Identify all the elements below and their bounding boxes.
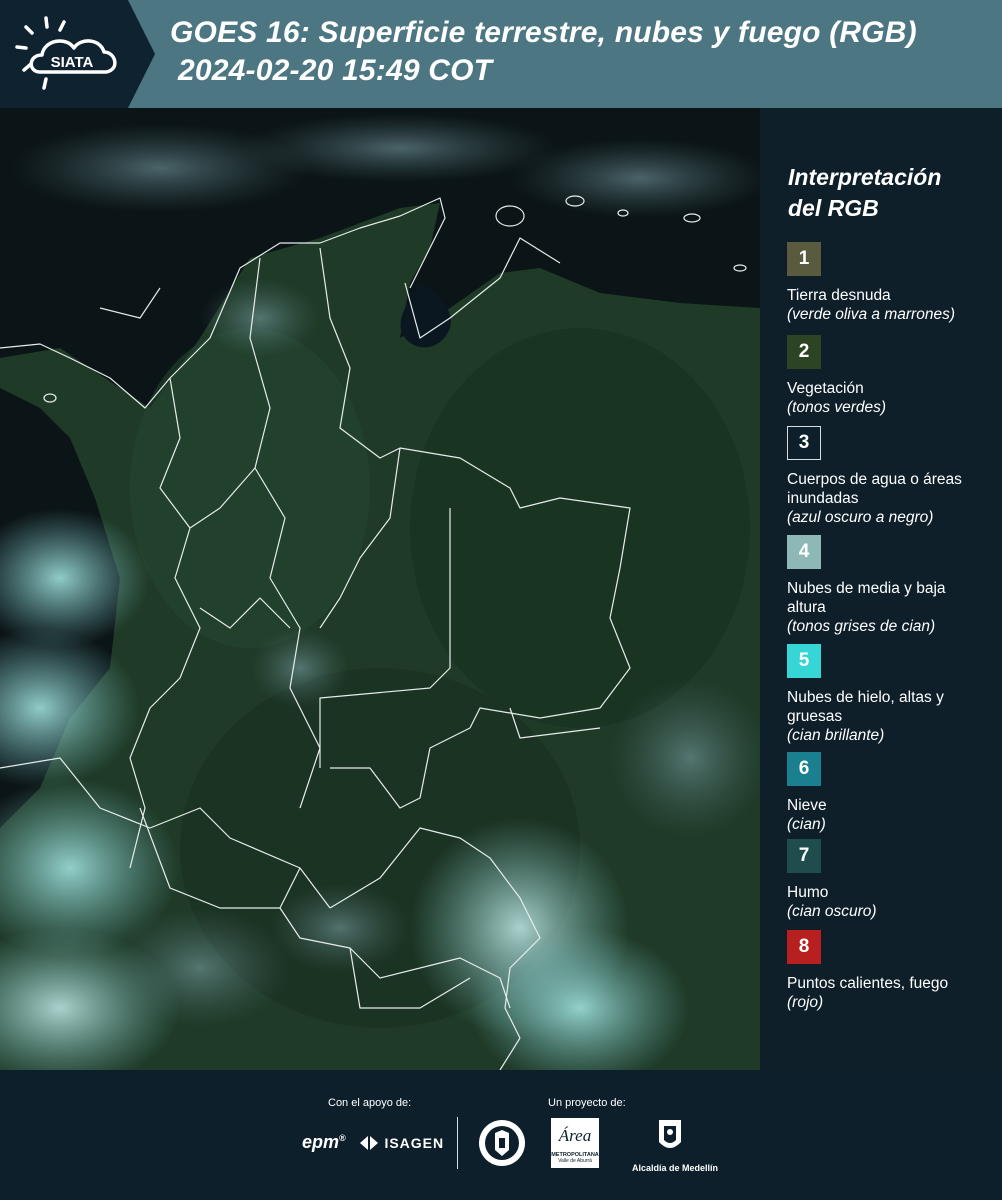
footer-divider (457, 1117, 458, 1169)
university-seal-icon (479, 1120, 525, 1166)
epm-logo[interactable]: epm® (302, 1132, 346, 1153)
alcaldia-logo[interactable]: Alcaldía de Medellín (632, 1116, 719, 1173)
legend-item: 3 Cuerpos de agua o áreas inundadas (azul … (787, 426, 1002, 527)
legend-label: Humo (cian oscuro) (787, 883, 967, 921)
coat-of-arms-icon (659, 1120, 681, 1148)
legend-label-text: Humo (787, 884, 829, 901)
page-timestamp: 2024-02-20 15:49 COT (178, 54, 493, 87)
header-bar: SIATA GOES 16: Superficie terrestre, nub… (0, 0, 1002, 108)
legend-item: 2 Vegetación (tonos verdes) (787, 335, 1002, 417)
legend-label: Vegetación (tonos verdes) (787, 379, 967, 417)
area-metropolitana-logo[interactable]: Área METROPOLITANA Valle de Aburrá (551, 1118, 599, 1168)
legend-label-hint: (azul oscuro a negro) (787, 509, 934, 526)
legend-label-text: Cuerpos de agua o áreas inundadas (787, 471, 962, 507)
legend-label-text: Nieve (787, 797, 827, 814)
legend-label-hint: (tonos grises de cian) (787, 618, 936, 635)
epm-logo-text: epm (302, 1132, 340, 1152)
legend-title-line-1: Interpretación (788, 164, 942, 190)
legend-label-hint: (tonos verdes) (787, 399, 887, 416)
legend-swatch: 2 (787, 335, 821, 369)
legend-swatch: 4 (787, 535, 821, 569)
university-seal-logo[interactable] (477, 1118, 527, 1173)
legend-label: Puntos calientes, fuego (rojo) (787, 974, 967, 1012)
legend-label-hint: (verde oliva a marrones) (787, 306, 955, 323)
legend-label-hint: (cian) (787, 816, 826, 833)
legend-label-text: Nubes de media y baja altura (787, 580, 946, 616)
legend-label-text: Nubes de hielo, altas y gruesas (787, 689, 944, 725)
legend-item: 4 Nubes de media y baja altura (tonos gris… (787, 535, 1002, 636)
satellite-map[interactable] (0, 108, 760, 1070)
footer: Con el apoyo de: Un proyecto de: epm® IS… (0, 1070, 1002, 1200)
legend-label: Nieve (cian) (787, 796, 967, 834)
legend-label: Tierra desnuda (verde oliva a marrones) (787, 286, 967, 324)
legend-label: Nubes de media y baja altura (tonos grise… (787, 579, 967, 636)
legend-title: Interpretación del RGB (788, 162, 998, 224)
isagen-logo-text: ISAGEN (384, 1135, 445, 1151)
satellite-map-image (0, 108, 760, 1070)
area-metropolitana-title: Área (558, 1126, 592, 1145)
legend-label-text: Tierra desnuda (787, 287, 891, 304)
area-metropolitana-sub2: Valle de Aburrá (558, 1158, 592, 1164)
siata-logo-text: SIATA (51, 54, 94, 71)
legend-swatch: 3 (787, 426, 821, 460)
isagen-mark-icon (360, 1136, 378, 1150)
legend-label: Cuerpos de agua o áreas inundadas (azul o… (787, 470, 967, 527)
siata-logo[interactable]: SIATA (0, 0, 155, 108)
legend-swatch: 6 (787, 752, 821, 786)
registered-mark-icon: ® (339, 1133, 346, 1143)
legend-label-text: Vegetación (787, 380, 864, 397)
legend-title-line-2: del RGB (788, 195, 879, 221)
legend-label-hint: (cian oscuro) (787, 903, 877, 920)
page-title: GOES 16: Superficie terrestre, nubes y f… (170, 16, 917, 49)
legend-swatch: 8 (787, 930, 821, 964)
legend-swatch: 7 (787, 839, 821, 873)
legend-item: 6 Nieve (cian) (787, 752, 1002, 834)
legend-label: Nubes de hielo, altas y gruesas (cian bri… (787, 688, 967, 745)
rgb-legend: Interpretación del RGB 1 Tierra desnuda (v… (760, 108, 1002, 1070)
legend-item: 8 Puntos calientes, fuego (rojo) (787, 930, 1002, 1012)
siata-logo-shape: SIATA (0, 0, 155, 108)
legend-item: 1 Tierra desnuda (verde oliva a marrones) (787, 242, 1002, 324)
project-caption: Un proyecto de: (548, 1097, 626, 1109)
legend-label-hint: (rojo) (787, 994, 824, 1011)
legend-swatch: 5 (787, 644, 821, 678)
legend-swatch: 1 (787, 242, 821, 276)
isagen-logo[interactable]: ISAGEN (358, 1134, 444, 1152)
legend-item: 7 Humo (cian oscuro) (787, 839, 1002, 921)
legend-label-hint: (cian brillante) (787, 727, 885, 744)
support-caption: Con el apoyo de: (328, 1097, 412, 1109)
alcaldia-logo-text: Alcaldía de Medellín (632, 1163, 719, 1173)
legend-label-text: Puntos calientes, fuego (787, 975, 949, 992)
legend-item: 5 Nubes de hielo, altas y gruesas (cian br… (787, 644, 1002, 745)
